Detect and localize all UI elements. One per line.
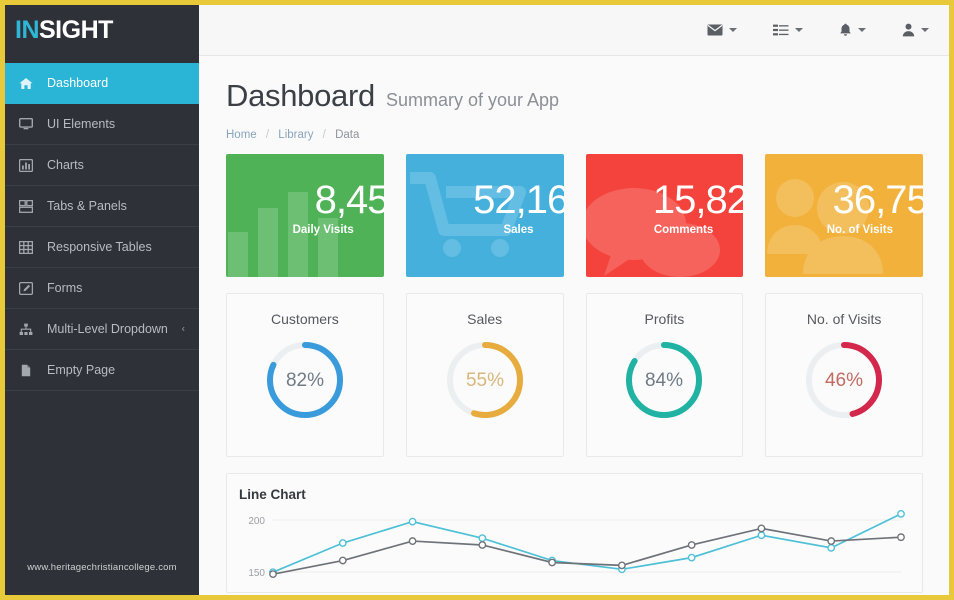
page-content: Dashboard Summary of your App Home / Lib… bbox=[199, 56, 949, 595]
chevron-down-icon bbox=[921, 28, 929, 32]
breadcrumb-library[interactable]: Library bbox=[278, 129, 313, 141]
breadcrumb-separator: / bbox=[265, 129, 270, 141]
chart-plot-area: 200 150 bbox=[227, 502, 922, 582]
svg-text:82%: 82% bbox=[286, 370, 324, 391]
gauge-card-profits[interactable]: Profits 84% bbox=[585, 293, 744, 457]
browser-frame: IN SIGHT Dashboard UI Elements Charts Ta… bbox=[0, 0, 954, 600]
stat-cards-row: 8,457 Daily Visits 52,160 Sales bbox=[226, 154, 923, 277]
sidebar-item-tabs-panels[interactable]: Tabs & Panels bbox=[5, 186, 199, 227]
table-icon bbox=[19, 240, 41, 254]
stat-value: 36,752 bbox=[832, 178, 923, 222]
sidebar-item-label: Tabs & Panels bbox=[47, 199, 127, 213]
bell-icon bbox=[839, 23, 852, 37]
stat-value: 52,160 bbox=[473, 178, 563, 222]
gauge-card-sales[interactable]: Sales 55% bbox=[405, 293, 564, 457]
line-chart-panel: Line Chart 200 150 bbox=[226, 473, 923, 593]
brand-part-2: SIGHT bbox=[39, 16, 113, 44]
stat-label: Daily Visits bbox=[292, 223, 354, 236]
donut-no-of-visits: 46% bbox=[806, 342, 883, 418]
envelope-icon bbox=[707, 24, 723, 36]
panels-icon bbox=[19, 199, 41, 213]
chevron-down-icon bbox=[795, 28, 803, 32]
sidebar-item-label: Forms bbox=[47, 281, 83, 295]
sitemap-icon bbox=[19, 322, 41, 336]
page-subtitle: Summary of your App bbox=[385, 90, 560, 110]
gauge-title: Customers bbox=[271, 311, 339, 327]
brand-part-1: IN bbox=[15, 16, 40, 44]
sidebar-item-responsive-tables[interactable]: Responsive Tables bbox=[5, 227, 199, 268]
home-icon bbox=[19, 76, 41, 90]
sidebar: IN SIGHT Dashboard UI Elements Charts Ta… bbox=[5, 5, 199, 595]
gauge-title: Sales bbox=[467, 311, 503, 327]
stat-value: 15,823 bbox=[652, 178, 743, 222]
tasks-icon bbox=[773, 24, 789, 36]
donut-customers: 82% bbox=[266, 342, 343, 418]
brand-logo[interactable]: IN SIGHT bbox=[5, 5, 199, 56]
messages-menu[interactable] bbox=[707, 24, 737, 36]
gauge-title: No. of Visits bbox=[806, 311, 882, 327]
tasks-menu[interactable] bbox=[773, 24, 803, 36]
stat-label: Sales bbox=[503, 223, 534, 236]
sidebar-item-label: Empty Page bbox=[47, 363, 116, 377]
stat-card-comments[interactable]: 15,823 Comments bbox=[585, 154, 744, 277]
gauge-card-no-of-visits[interactable]: No. of Visits 46% bbox=[765, 293, 923, 457]
stat-card-daily-visits[interactable]: 8,457 Daily Visits bbox=[226, 154, 384, 277]
gauge-chart: 84% bbox=[587, 338, 743, 422]
sidebar-item-label: UI Elements bbox=[47, 117, 116, 131]
sidebar-item-multi-level-dropdown[interactable]: Multi-Level Dropdown ‹ bbox=[5, 309, 199, 350]
sidebar-item-dashboard[interactable]: Dashboard bbox=[5, 63, 199, 104]
page-title: Dashboard bbox=[226, 78, 375, 113]
gauge-title: Profits bbox=[644, 311, 685, 327]
user-menu[interactable] bbox=[902, 23, 929, 37]
svg-text:150: 150 bbox=[248, 568, 265, 579]
stat-value: 8,457 bbox=[314, 178, 384, 222]
breadcrumb-current: Data bbox=[335, 129, 360, 141]
bar-chart-icon bbox=[19, 158, 41, 172]
chevron-left-icon: ‹ bbox=[181, 323, 185, 335]
stat-label: Comments bbox=[653, 223, 714, 236]
gauge-chart: 46% bbox=[766, 338, 922, 422]
gauge-card-customers[interactable]: Customers 82% bbox=[226, 293, 384, 457]
top-navbar bbox=[199, 5, 949, 56]
user-icon bbox=[902, 23, 915, 37]
page-header: Dashboard Summary of your App bbox=[226, 78, 923, 114]
sidebar-item-charts[interactable]: Charts bbox=[5, 145, 199, 186]
svg-text:200: 200 bbox=[248, 516, 265, 527]
monitor-icon bbox=[19, 117, 41, 131]
file-icon bbox=[19, 363, 41, 377]
sidebar-item-label: Multi-Level Dropdown bbox=[47, 322, 168, 336]
donut-sales: 55% bbox=[446, 342, 523, 418]
gauge-cards-row: Customers 82% Sales 55% Profits 84% No. … bbox=[226, 293, 923, 457]
stat-card-sales[interactable]: 52,160 Sales bbox=[405, 154, 564, 277]
watermark-text: www.heritagechristiancollege.com bbox=[27, 562, 177, 573]
sidebar-item-ui-elements[interactable]: UI Elements bbox=[5, 104, 199, 145]
edit-icon bbox=[19, 281, 41, 295]
sidebar-item-forms[interactable]: Forms bbox=[5, 268, 199, 309]
stat-label: No. of Visits bbox=[826, 223, 893, 236]
donut-profits: 84% bbox=[626, 342, 703, 418]
svg-text:84%: 84% bbox=[645, 370, 683, 391]
svg-text:55%: 55% bbox=[466, 370, 504, 391]
gauge-chart: 55% bbox=[407, 338, 563, 422]
sidebar-nav: Dashboard UI Elements Charts Tabs & Pane… bbox=[5, 63, 199, 391]
sidebar-item-label: Responsive Tables bbox=[47, 240, 152, 254]
sidebar-item-label: Charts bbox=[47, 158, 84, 172]
chevron-down-icon bbox=[729, 28, 737, 32]
chevron-down-icon bbox=[858, 28, 866, 32]
stat-card-no-of-visits[interactable]: 36,752 No. of Visits bbox=[765, 154, 923, 277]
svg-text:46%: 46% bbox=[825, 370, 863, 391]
breadcrumb-separator: / bbox=[322, 129, 326, 141]
chart-title: Line Chart bbox=[239, 487, 306, 502]
gauge-chart: 82% bbox=[227, 338, 383, 422]
notifications-menu[interactable] bbox=[839, 23, 866, 37]
line-chart-svg: 200 150 bbox=[248, 509, 905, 579]
sidebar-item-label: Dashboard bbox=[47, 76, 109, 90]
breadcrumb: Home / Library / Data bbox=[226, 129, 923, 141]
breadcrumb-home[interactable]: Home bbox=[226, 129, 257, 141]
sidebar-item-empty-page[interactable]: Empty Page bbox=[5, 350, 199, 391]
main-area: Dashboard Summary of your App Home / Lib… bbox=[199, 5, 949, 595]
